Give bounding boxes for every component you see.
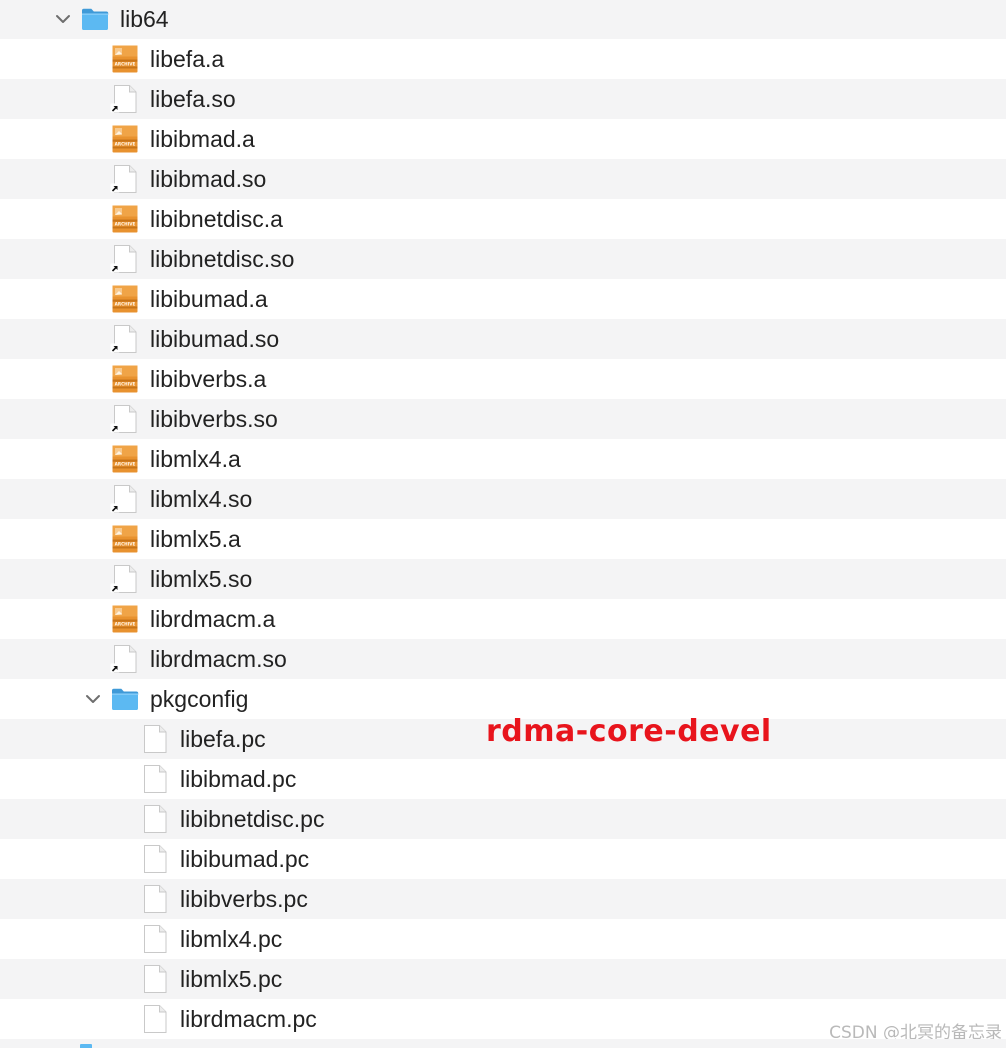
file-row[interactable]: libibnetdisc.pc [0, 799, 1006, 839]
file-name: librdmacm.a [150, 606, 276, 632]
folder-row[interactable]: lib64 [0, 0, 1006, 39]
alias-document-icon [110, 484, 140, 514]
chevron-down-icon[interactable] [53, 9, 73, 29]
file-row[interactable]: librdmacm.so [0, 639, 1006, 679]
alias-document-icon [110, 564, 140, 594]
file-name: libefa.a [150, 46, 225, 72]
file-row[interactable]: libmlx4.so [0, 479, 1006, 519]
file-row[interactable]: libibmad.pc [0, 759, 1006, 799]
file-name: libibnetdisc.so [150, 246, 295, 272]
file-row[interactable]: ARCHIVE libibmad.a [0, 119, 1006, 159]
file-name: libibumad.a [150, 286, 268, 312]
archive-icon: ARCHIVE [110, 444, 140, 474]
svg-text:ARCHIVE: ARCHIVE [115, 142, 136, 147]
svg-text:ARCHIVE: ARCHIVE [115, 62, 136, 67]
file-row[interactable]: libmlx5.pc [0, 959, 1006, 999]
file-name: libmlx5.so [150, 566, 253, 592]
file-name: libmlx4.a [150, 446, 241, 472]
file-name: libibverbs.pc [180, 886, 308, 912]
file-row[interactable]: ARCHIVE libibverbs.a [0, 359, 1006, 399]
annotation-label: rdma-core-devel [486, 714, 772, 749]
file-row[interactable]: ARCHIVE libmlx5.a [0, 519, 1006, 559]
file-name: libmlx5.a [150, 526, 241, 552]
alias-document-icon [110, 244, 140, 274]
file-row[interactable]: libefa.so [0, 79, 1006, 119]
next-row-peek [0, 1039, 1006, 1048]
document-icon [140, 964, 170, 994]
svg-text:ARCHIVE: ARCHIVE [115, 462, 136, 467]
alias-document-icon [110, 324, 140, 354]
file-name: libmlx4.pc [180, 926, 283, 952]
file-name: lib64 [120, 6, 169, 32]
folder-icon [80, 1044, 92, 1048]
archive-icon: ARCHIVE [110, 284, 140, 314]
archive-icon: ARCHIVE [110, 524, 140, 554]
folder-icon [80, 4, 110, 34]
file-name: libibmad.pc [180, 766, 297, 792]
document-icon [140, 724, 170, 754]
folder-row[interactable]: pkgconfig [0, 679, 1006, 719]
file-row[interactable]: ARCHIVE libibnetdisc.a [0, 199, 1006, 239]
file-list: lib64 ARCHIVE libefa.a libefa.so ARCHIVE libi… [0, 0, 1006, 1039]
alias-document-icon [110, 84, 140, 114]
archive-icon: ARCHIVE [110, 44, 140, 74]
file-name: pkgconfig [150, 686, 249, 712]
chevron-down-icon[interactable] [83, 689, 103, 709]
svg-text:ARCHIVE: ARCHIVE [115, 542, 136, 547]
archive-icon: ARCHIVE [110, 364, 140, 394]
alias-document-icon [110, 404, 140, 434]
file-name: libibumad.pc [180, 846, 310, 872]
file-row[interactable]: libmlx4.pc [0, 919, 1006, 959]
svg-text:ARCHIVE: ARCHIVE [115, 382, 136, 387]
file-name: libmlx5.pc [180, 966, 283, 992]
svg-text:ARCHIVE: ARCHIVE [115, 302, 136, 307]
file-row[interactable]: ARCHIVE libibumad.a [0, 279, 1006, 319]
file-row[interactable]: ARCHIVE libefa.a [0, 39, 1006, 79]
svg-text:ARCHIVE: ARCHIVE [115, 622, 136, 627]
file-name: libmlx4.so [150, 486, 253, 512]
file-name: libibverbs.a [150, 366, 267, 392]
file-name: libibumad.so [150, 326, 280, 352]
document-icon [140, 1004, 170, 1034]
svg-text:ARCHIVE: ARCHIVE [115, 222, 136, 227]
document-icon [140, 924, 170, 954]
archive-icon: ARCHIVE [110, 604, 140, 634]
file-name: libibmad.a [150, 126, 255, 152]
file-name: librdmacm.pc [180, 1006, 317, 1032]
file-name: libibmad.so [150, 166, 267, 192]
file-name: libefa.so [150, 86, 236, 112]
document-icon [140, 844, 170, 874]
file-row[interactable]: libibumad.pc [0, 839, 1006, 879]
file-name: libibnetdisc.a [150, 206, 283, 232]
file-row[interactable]: libibverbs.pc [0, 879, 1006, 919]
file-row[interactable]: ARCHIVE libmlx4.a [0, 439, 1006, 479]
file-name: libibverbs.so [150, 406, 278, 432]
folder-icon [110, 684, 140, 714]
document-icon [140, 764, 170, 794]
archive-icon: ARCHIVE [110, 204, 140, 234]
file-row[interactable]: libibnetdisc.so [0, 239, 1006, 279]
file-row[interactable]: libibumad.so [0, 319, 1006, 359]
file-row[interactable]: ARCHIVE librdmacm.a [0, 599, 1006, 639]
file-row[interactable]: libibverbs.so [0, 399, 1006, 439]
file-name: librdmacm.so [150, 646, 287, 672]
file-row[interactable]: libibmad.so [0, 159, 1006, 199]
file-name: libefa.pc [180, 726, 266, 752]
alias-document-icon [110, 164, 140, 194]
document-icon [140, 884, 170, 914]
file-row[interactable]: libmlx5.so [0, 559, 1006, 599]
file-name: libibnetdisc.pc [180, 806, 325, 832]
archive-icon: ARCHIVE [110, 124, 140, 154]
document-icon [140, 804, 170, 834]
alias-document-icon [110, 644, 140, 674]
